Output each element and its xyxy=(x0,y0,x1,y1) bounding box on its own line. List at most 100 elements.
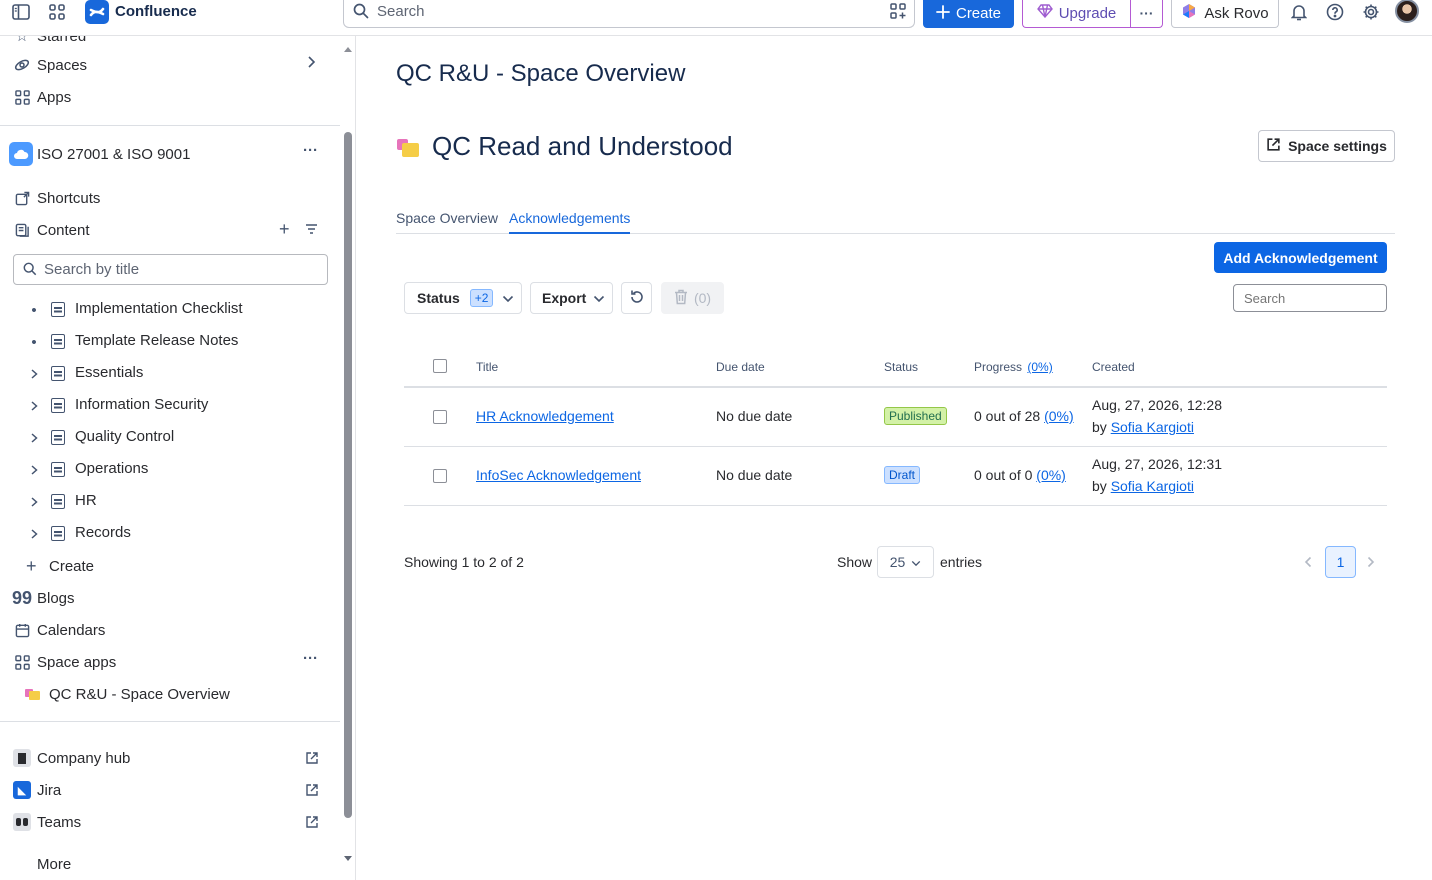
table-header: Title Due date Status Progress (0%) Crea… xyxy=(404,352,1387,388)
sidebar-search-input[interactable]: Search by title xyxy=(13,254,328,285)
sidebar-item-teams[interactable]: Teams xyxy=(12,808,352,836)
tree-item-label: Information Security xyxy=(75,396,209,413)
row-created-by-prefix: by xyxy=(1092,419,1107,435)
chevron-right-icon[interactable] xyxy=(26,524,42,544)
notifications-bell-icon[interactable] xyxy=(1286,2,1312,22)
scroll-up-arrow-icon[interactable] xyxy=(343,40,353,56)
tree-item[interactable]: • Template Release Notes xyxy=(0,328,340,356)
external-link-icon xyxy=(1266,137,1281,155)
chevron-right-icon[interactable] xyxy=(26,492,42,512)
row-title-link[interactable]: InfoSec Acknowledgement xyxy=(476,467,641,483)
sidebar-item-jira[interactable]: ◣ Jira xyxy=(12,776,352,804)
row-checkbox[interactable] xyxy=(433,469,447,483)
app-name[interactable]: Confluence xyxy=(115,3,197,20)
filter-icon[interactable] xyxy=(305,222,318,239)
row-progress-link[interactable]: (0%) xyxy=(1036,467,1066,483)
row-progress-link[interactable]: (0%) xyxy=(1044,408,1074,424)
pagination-current-page[interactable]: 1 xyxy=(1325,546,1356,578)
sidebar-divider xyxy=(0,721,340,722)
sidebar-item-content[interactable]: Content + xyxy=(12,216,352,244)
external-link-icon[interactable] xyxy=(305,751,319,765)
space-apps-more-button[interactable]: ··· xyxy=(303,650,318,667)
space-header[interactable]: ISO 27001 & ISO 9001 ··· xyxy=(9,140,349,168)
chevron-right-icon[interactable] xyxy=(26,364,42,384)
external-link-icon[interactable] xyxy=(305,783,319,797)
delete-button[interactable]: (0) xyxy=(661,282,724,314)
add-content-icon[interactable]: + xyxy=(279,219,290,240)
row-title-link[interactable]: HR Acknowledgement xyxy=(476,408,614,424)
calendar-icon xyxy=(12,620,32,640)
sidebar-item-label: Blogs xyxy=(37,589,75,607)
chevron-right-icon[interactable] xyxy=(26,396,42,416)
tree-item[interactable]: Information Security xyxy=(0,392,340,420)
scroll-down-arrow-icon[interactable] xyxy=(343,850,353,866)
upgrade-button[interactable]: Upgrade xyxy=(1022,0,1130,28)
help-icon[interactable] xyxy=(1322,2,1348,22)
space-more-options-button[interactable]: ··· xyxy=(303,142,318,159)
column-header-created[interactable]: Created xyxy=(1092,360,1135,374)
sidebar-item-spaces[interactable]: Spaces xyxy=(12,51,352,79)
sidebar-item-space-apps[interactable]: Space apps ··· xyxy=(12,648,352,676)
sidebar-item-company-hub[interactable]: Company hub xyxy=(12,744,352,772)
space-title: QC Read and Understood xyxy=(432,131,733,161)
sidebar-item-label: More xyxy=(37,855,72,873)
status-badge: Draft xyxy=(884,466,921,484)
page-icon xyxy=(51,462,65,477)
tab-acknowledgements[interactable]: Acknowledgements xyxy=(509,210,631,234)
progress-header-link[interactable]: (0%) xyxy=(1027,360,1052,374)
select-all-checkbox[interactable] xyxy=(433,359,447,373)
app-switcher-icon[interactable] xyxy=(44,2,70,22)
ask-rovo-button[interactable]: Ask Rovo xyxy=(1171,0,1279,28)
global-search-input[interactable]: Search xyxy=(343,0,915,28)
row-created-by-link[interactable]: Sofia Kargioti xyxy=(1111,478,1194,494)
sidebar-item-apps[interactable]: Apps xyxy=(12,83,352,111)
column-header-status[interactable]: Status xyxy=(884,360,918,374)
entries-per-page-select[interactable]: 25 xyxy=(877,546,934,578)
column-header-due-date[interactable]: Due date xyxy=(716,360,765,374)
export-button[interactable]: Export xyxy=(530,282,613,314)
sidebar-scrollbar-thumb[interactable] xyxy=(344,132,352,818)
settings-gear-icon[interactable] xyxy=(1358,2,1384,22)
teams-icon xyxy=(12,812,32,832)
tree-item[interactable]: HR xyxy=(0,488,340,516)
page-icon xyxy=(51,302,65,317)
sidebar-create-item[interactable]: + Create xyxy=(26,552,355,580)
progress-header-label: Progress xyxy=(974,360,1023,374)
tree-item[interactable]: Quality Control xyxy=(0,424,340,452)
column-header-progress[interactable]: Progress (0%) xyxy=(974,360,1053,374)
status-filter-button[interactable]: Status +2 xyxy=(404,282,522,314)
page-icon xyxy=(51,494,65,509)
sidebar-item-blogs[interactable]: 99 Blogs xyxy=(12,584,352,612)
search-filter-icon[interactable] xyxy=(890,3,906,22)
create-button[interactable]: Create xyxy=(923,0,1014,28)
refresh-button[interactable] xyxy=(621,282,652,314)
tree-item[interactable]: • Implementation Checklist xyxy=(0,296,340,324)
sidebar-item-starred[interactable]: ☆ Starred xyxy=(12,36,352,50)
sidebar-space-app-item[interactable]: QC R&U - Space Overview xyxy=(25,680,355,708)
row-checkbox[interactable] xyxy=(433,410,447,424)
sidebar-item-calendars[interactable]: Calendars xyxy=(12,616,352,644)
sidebar-item-more[interactable]: More xyxy=(37,850,355,878)
next-page-chevron-icon[interactable] xyxy=(1361,550,1381,574)
user-avatar[interactable] xyxy=(1395,0,1419,23)
sidebar-item-label: Company hub xyxy=(37,749,131,767)
column-header-title[interactable]: Title xyxy=(476,360,498,374)
confluence-logo-icon[interactable] xyxy=(85,0,109,24)
tree-item[interactable]: Operations xyxy=(0,456,340,484)
more-options-button[interactable]: ··· xyxy=(1130,0,1163,28)
chevron-right-icon[interactable] xyxy=(26,460,42,480)
sidebar-toggle-icon[interactable] xyxy=(8,2,34,22)
row-created-by-link[interactable]: Sofia Kargioti xyxy=(1111,419,1194,435)
sidebar-item-label: Teams xyxy=(37,813,82,831)
table-search-input[interactable] xyxy=(1233,284,1387,312)
chevron-right-icon[interactable] xyxy=(26,428,42,448)
sidebar-item-shortcuts[interactable]: Shortcuts xyxy=(12,184,352,212)
tree-item[interactable]: Essentials xyxy=(0,360,340,388)
previous-page-chevron-icon[interactable] xyxy=(1298,550,1318,574)
external-link-icon[interactable] xyxy=(305,815,319,829)
add-acknowledgement-button[interactable]: Add Acknowledgement xyxy=(1214,242,1387,273)
tree-item[interactable]: Records xyxy=(0,520,340,548)
space-settings-button[interactable]: Space settings xyxy=(1258,130,1395,162)
tab-space-overview[interactable]: Space Overview xyxy=(396,210,498,234)
chevron-right-icon xyxy=(305,55,317,73)
